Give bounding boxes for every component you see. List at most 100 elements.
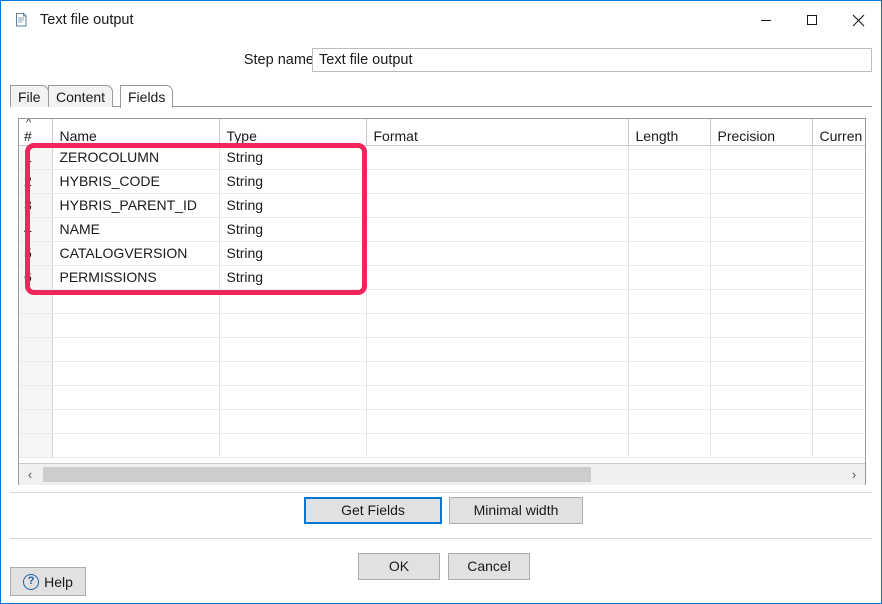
cell-precision[interactable]: [710, 337, 813, 362]
cell-precision[interactable]: [710, 361, 813, 386]
scroll-left-arrow-icon[interactable]: ‹: [19, 464, 41, 485]
cell-precision[interactable]: [710, 145, 813, 170]
cell-length[interactable]: [628, 385, 711, 410]
cell-number[interactable]: [19, 385, 53, 410]
cancel-button[interactable]: Cancel: [448, 553, 530, 580]
cell-type[interactable]: String: [219, 169, 367, 194]
cell-number[interactable]: [19, 289, 53, 314]
cell-currency[interactable]: [812, 433, 865, 458]
step-name-input[interactable]: [312, 48, 872, 72]
cell-name[interactable]: [52, 433, 220, 458]
cell-name[interactable]: [52, 409, 220, 434]
cell-number[interactable]: [19, 337, 53, 362]
cell-length[interactable]: [628, 193, 711, 218]
cell-format[interactable]: [366, 337, 629, 362]
cell-currency[interactable]: [812, 289, 865, 314]
cell-name[interactable]: [52, 385, 220, 410]
cell-number[interactable]: [19, 361, 53, 386]
cell-name[interactable]: [52, 361, 220, 386]
table-row[interactable]: 3 HYBRIS_PARENT_ID String: [19, 193, 865, 218]
cell-format[interactable]: [366, 145, 629, 170]
cell-type[interactable]: String: [219, 241, 367, 266]
cell-number[interactable]: [19, 409, 53, 434]
cell-currency[interactable]: [812, 361, 865, 386]
cell-precision[interactable]: [710, 409, 813, 434]
cell-type[interactable]: String: [219, 217, 367, 242]
get-fields-button[interactable]: Get Fields: [304, 497, 442, 524]
cell-format[interactable]: [366, 265, 629, 290]
table-row-empty[interactable]: [19, 409, 865, 434]
cell-type[interactable]: [219, 313, 367, 338]
cell-precision[interactable]: [710, 289, 813, 314]
cell-type[interactable]: String: [219, 193, 367, 218]
cell-length[interactable]: [628, 265, 711, 290]
column-header-format[interactable]: Format: [366, 119, 629, 146]
cell-name[interactable]: CATALOGVERSION: [52, 241, 220, 266]
maximize-button[interactable]: [789, 1, 835, 39]
column-header-name[interactable]: Name: [52, 119, 220, 146]
cell-type[interactable]: [219, 409, 367, 434]
cell-name[interactable]: [52, 313, 220, 338]
cell-name[interactable]: PERMISSIONS: [52, 265, 220, 290]
column-header-type[interactable]: Type: [219, 119, 367, 146]
scroll-right-arrow-icon[interactable]: ›: [843, 464, 865, 485]
table-row-empty[interactable]: [19, 433, 865, 458]
cell-format[interactable]: [366, 193, 629, 218]
cell-length[interactable]: [628, 145, 711, 170]
cell-format[interactable]: [366, 241, 629, 266]
cell-name[interactable]: HYBRIS_CODE: [52, 169, 220, 194]
cell-currency[interactable]: [812, 241, 865, 266]
minimize-button[interactable]: [743, 1, 789, 39]
cell-length[interactable]: [628, 337, 711, 362]
cell-number[interactable]: 4: [19, 217, 53, 242]
cell-number[interactable]: 1: [19, 145, 53, 170]
cell-currency[interactable]: [812, 193, 865, 218]
cell-type[interactable]: [219, 385, 367, 410]
cell-number[interactable]: 2: [19, 169, 53, 194]
cell-currency[interactable]: [812, 385, 865, 410]
cell-type[interactable]: [219, 289, 367, 314]
column-header-number[interactable]: ^ #: [19, 119, 53, 146]
cell-format[interactable]: [366, 217, 629, 242]
table-row-empty[interactable]: [19, 313, 865, 338]
cell-precision[interactable]: [710, 385, 813, 410]
cell-type[interactable]: String: [219, 265, 367, 290]
cell-number[interactable]: 5: [19, 241, 53, 266]
cell-length[interactable]: [628, 433, 711, 458]
cell-number[interactable]: 6: [19, 265, 53, 290]
cell-type[interactable]: [219, 361, 367, 386]
cell-name[interactable]: [52, 337, 220, 362]
table-row[interactable]: 4 NAME String: [19, 217, 865, 242]
cell-length[interactable]: [628, 409, 711, 434]
tab-fields[interactable]: Fields: [120, 85, 174, 108]
cell-format[interactable]: [366, 361, 629, 386]
close-button[interactable]: [835, 1, 881, 39]
tab-content[interactable]: Content: [48, 85, 114, 107]
cell-name[interactable]: NAME: [52, 217, 220, 242]
table-row-empty[interactable]: [19, 385, 865, 410]
cell-format[interactable]: [366, 409, 629, 434]
table-row-empty[interactable]: [19, 337, 865, 362]
cell-number[interactable]: [19, 433, 53, 458]
table-row[interactable]: 6 PERMISSIONS String: [19, 265, 865, 290]
scrollbar-thumb[interactable]: [43, 467, 591, 482]
cell-length[interactable]: [628, 169, 711, 194]
table-row[interactable]: 5 CATALOGVERSION String: [19, 241, 865, 266]
cell-name[interactable]: ZEROCOLUMN: [52, 145, 220, 170]
cell-length[interactable]: [628, 289, 711, 314]
cell-name[interactable]: HYBRIS_PARENT_ID: [52, 193, 220, 218]
cell-currency[interactable]: [812, 337, 865, 362]
cell-format[interactable]: [366, 289, 629, 314]
cell-currency[interactable]: [812, 313, 865, 338]
cell-currency[interactable]: [812, 265, 865, 290]
table-horizontal-scrollbar[interactable]: ‹ ›: [19, 463, 865, 485]
cell-length[interactable]: [628, 361, 711, 386]
table-row-empty[interactable]: [19, 361, 865, 386]
cell-format[interactable]: [366, 169, 629, 194]
cell-currency[interactable]: [812, 409, 865, 434]
cell-precision[interactable]: [710, 193, 813, 218]
column-header-precision[interactable]: Precision: [710, 119, 813, 146]
cell-precision[interactable]: [710, 313, 813, 338]
cell-precision[interactable]: [710, 433, 813, 458]
cell-precision[interactable]: [710, 265, 813, 290]
